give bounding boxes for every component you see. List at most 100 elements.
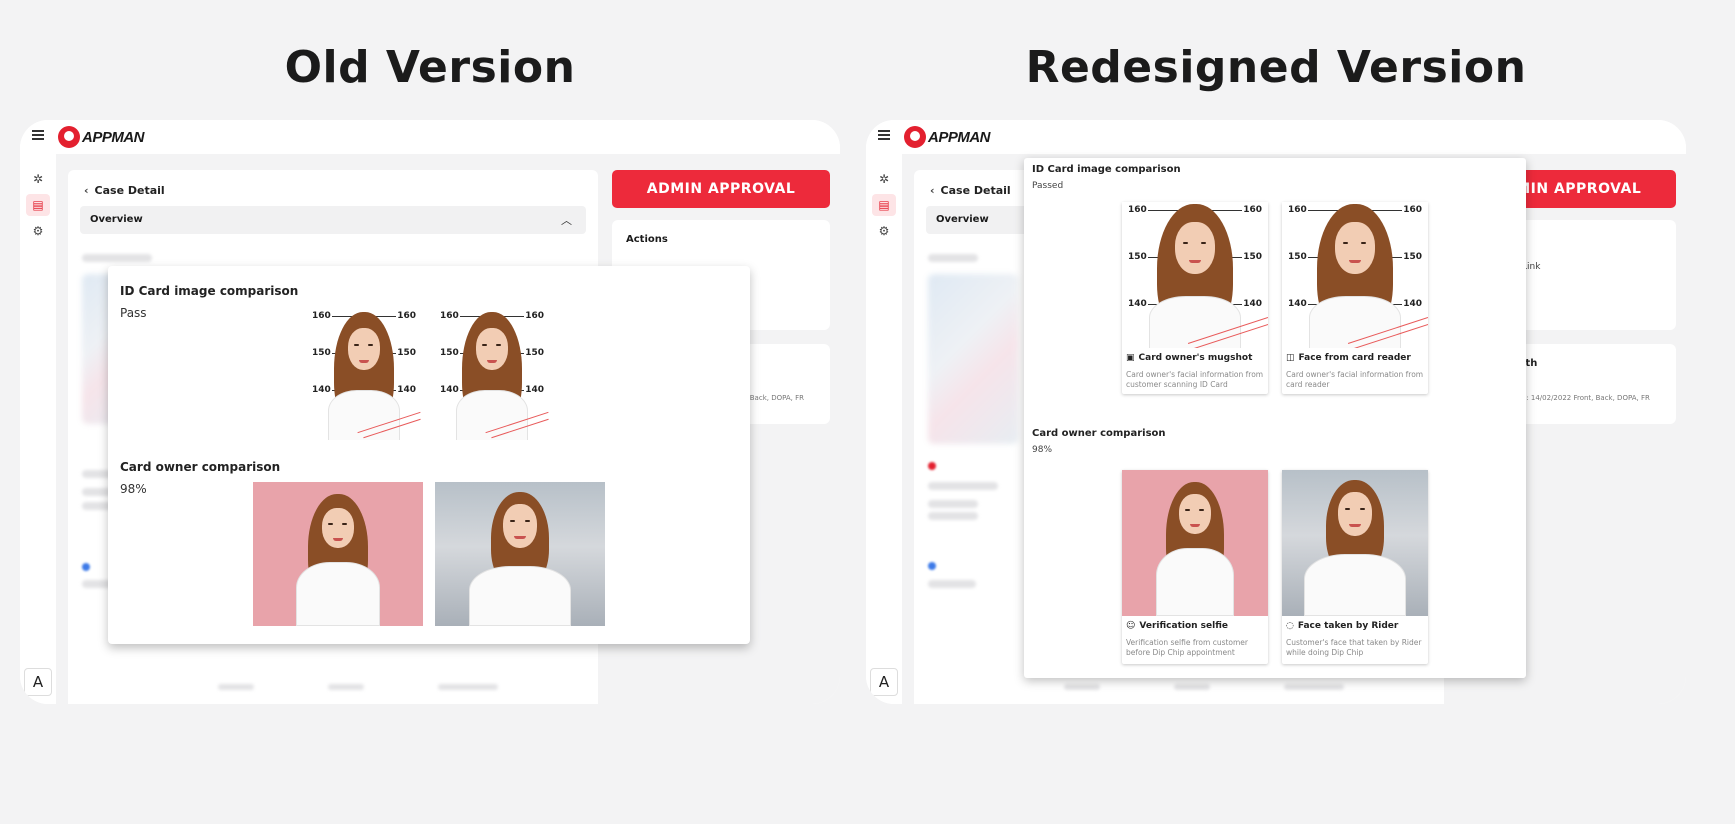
overview-section-header[interactable]: Overview ︿ xyxy=(80,206,586,234)
overview-label: Overview xyxy=(90,214,143,225)
mugshot-card: 160 160 150 150 140 140 ▣ Card owner's mugsh… xyxy=(1122,202,1268,394)
blurred-dot xyxy=(928,562,936,570)
blurred-dot xyxy=(928,462,936,470)
card-reader-label: Face from card reader xyxy=(1298,353,1411,363)
admin-approval-button[interactable]: ADMIN APPROVAL xyxy=(612,170,830,208)
face-scan-icon: ◌ xyxy=(1286,621,1294,631)
id-badge-icon: ▣ xyxy=(1126,353,1135,363)
account-button[interactable]: A xyxy=(870,668,898,696)
portrait-figure xyxy=(1305,202,1405,348)
ruler-label: 140 xyxy=(1242,299,1263,309)
id-card-mugshot-photo: 160 160 150 150 140 140 xyxy=(306,310,422,440)
meta-text: e: 14/02/2022 Front, Back, DOPA, FR xyxy=(1522,394,1650,402)
id-card-status: Passed xyxy=(1032,181,1064,191)
side-rail: ✲ ▤ ⚙ A xyxy=(20,154,56,704)
face-from-card-reader-photo: 160 160 150 150 140 140 xyxy=(1282,202,1428,348)
blurred-text xyxy=(328,684,364,690)
portrait-figure xyxy=(465,488,575,626)
selfie-icon: ☺ xyxy=(1126,621,1136,631)
appman-logo: APPMAN xyxy=(58,126,145,148)
case-detail-label: Case Detail xyxy=(94,184,165,197)
chevron-left-icon[interactable]: ‹ xyxy=(930,184,935,197)
blurred-text xyxy=(218,684,254,690)
chevron-left-icon[interactable]: ‹ xyxy=(84,184,89,197)
verification-selfie-photo xyxy=(1122,470,1268,616)
id-card-comparison-title: ID Card image comparison xyxy=(120,284,299,298)
verification-selfie-photo xyxy=(253,482,423,626)
selfie-label: Verification selfie xyxy=(1139,621,1229,631)
appman-logo: APPMAN xyxy=(904,126,991,148)
card-owner-mugshot-photo: 160 160 150 150 140 140 xyxy=(1122,202,1268,348)
selfie-caption: ☺ Verification selfie xyxy=(1126,621,1228,631)
logo-mark-icon xyxy=(904,126,926,148)
asterisk-icon[interactable]: ✲ xyxy=(872,168,896,190)
blurred-text xyxy=(438,684,498,690)
ruler-label: 150 xyxy=(1402,252,1423,262)
selfie-description: Verification selfie from customer before… xyxy=(1126,638,1249,657)
card-owner-comparison-title: Card owner comparison xyxy=(120,460,281,474)
selfie-card: ☺ Verification selfie Verification selfie… xyxy=(1122,470,1268,664)
account-button[interactable]: A xyxy=(24,668,52,696)
ruler-label: 140 xyxy=(1402,299,1423,309)
top-bar: APPMAN xyxy=(20,120,840,154)
case-detail-label: Case Detail xyxy=(940,184,1011,197)
gear-icon[interactable]: ⚙ xyxy=(26,220,50,242)
overview-label: Overview xyxy=(936,214,989,225)
rider-label: Face taken by Rider xyxy=(1297,621,1399,631)
mugshot-description: Card owner's facial information from cus… xyxy=(1126,370,1264,389)
blurred-text xyxy=(928,580,976,588)
blurred-text xyxy=(928,254,978,262)
ruler-label: 160 xyxy=(1402,205,1423,215)
redesigned-version-heading: Redesigned Version xyxy=(1025,42,1527,93)
list-icon[interactable]: ▤ xyxy=(872,194,896,216)
card-reader-card: 160 160 150 150 140 140 ◫ Face from card rea… xyxy=(1282,202,1428,394)
ruler-label: 160 xyxy=(1242,205,1263,215)
mugshot-caption: ▣ Card owner's mugshot xyxy=(1126,353,1252,363)
card-owner-comparison-title: Card owner comparison xyxy=(1032,428,1166,439)
portrait-figure xyxy=(1145,202,1245,348)
case-detail-title[interactable]: ‹ Case Detail xyxy=(84,184,165,197)
logo-text: APPMAN xyxy=(82,128,145,146)
blurred-text xyxy=(928,500,978,508)
mugshot-label: Card owner's mugshot xyxy=(1138,353,1253,363)
rider-card: ◌ Face taken by Rider Customer's face tha… xyxy=(1282,470,1428,664)
bottom-table-strip xyxy=(68,668,598,704)
card-owner-score: 98% xyxy=(120,482,147,496)
blurred-map xyxy=(928,274,1018,444)
top-bar: APPMAN xyxy=(866,120,1686,154)
blurred-text xyxy=(1174,684,1210,690)
old-version-heading: Old Version xyxy=(284,42,576,93)
logo-mark-icon xyxy=(58,126,80,148)
card-reader-icon: ◫ xyxy=(1286,353,1295,363)
id-card-status: Pass xyxy=(120,306,147,320)
meta-text: Back, DOPA, FR xyxy=(749,394,804,402)
gear-icon[interactable]: ⚙ xyxy=(872,220,896,242)
card-reader-caption: ◫ Face from card reader xyxy=(1286,353,1411,363)
rider-face-photo xyxy=(1282,470,1428,616)
blurred-dot xyxy=(82,563,90,571)
list-icon[interactable]: ▤ xyxy=(26,194,50,216)
menu-icon[interactable] xyxy=(32,130,44,140)
blurred-text xyxy=(1284,684,1344,690)
comparison-popup-new: ID Card image comparison Passed 160 160 1… xyxy=(1024,158,1526,678)
menu-icon[interactable] xyxy=(878,130,890,140)
blurred-text xyxy=(82,254,152,262)
blurred-text xyxy=(928,482,998,490)
side-rail: ✲ ▤ ⚙ A xyxy=(866,154,902,704)
blurred-text xyxy=(928,512,978,520)
portrait-figure xyxy=(1150,478,1240,616)
chevron-up-icon[interactable]: ︿ xyxy=(561,212,572,228)
asterisk-icon[interactable]: ✲ xyxy=(26,168,50,190)
logo-text: APPMAN xyxy=(928,128,991,146)
case-detail-title[interactable]: ‹ Case Detail xyxy=(930,184,1011,197)
blurred-text xyxy=(1064,684,1100,690)
card-reader-photo: 160 160 150 150 140 140 xyxy=(434,310,550,440)
card-owner-score: 98% xyxy=(1032,445,1053,455)
rider-caption: ◌ Face taken by Rider xyxy=(1286,621,1398,631)
comparison-popup-old: ID Card image comparison Pass 160 160 150… xyxy=(108,266,750,644)
actions-label: Actions xyxy=(626,234,668,245)
card-reader-description: Card owner's facial information from car… xyxy=(1286,370,1424,389)
rider-face-photo xyxy=(435,482,605,626)
portrait-figure xyxy=(290,490,386,626)
rider-description: Customer's face that taken by Rider whil… xyxy=(1286,638,1422,657)
